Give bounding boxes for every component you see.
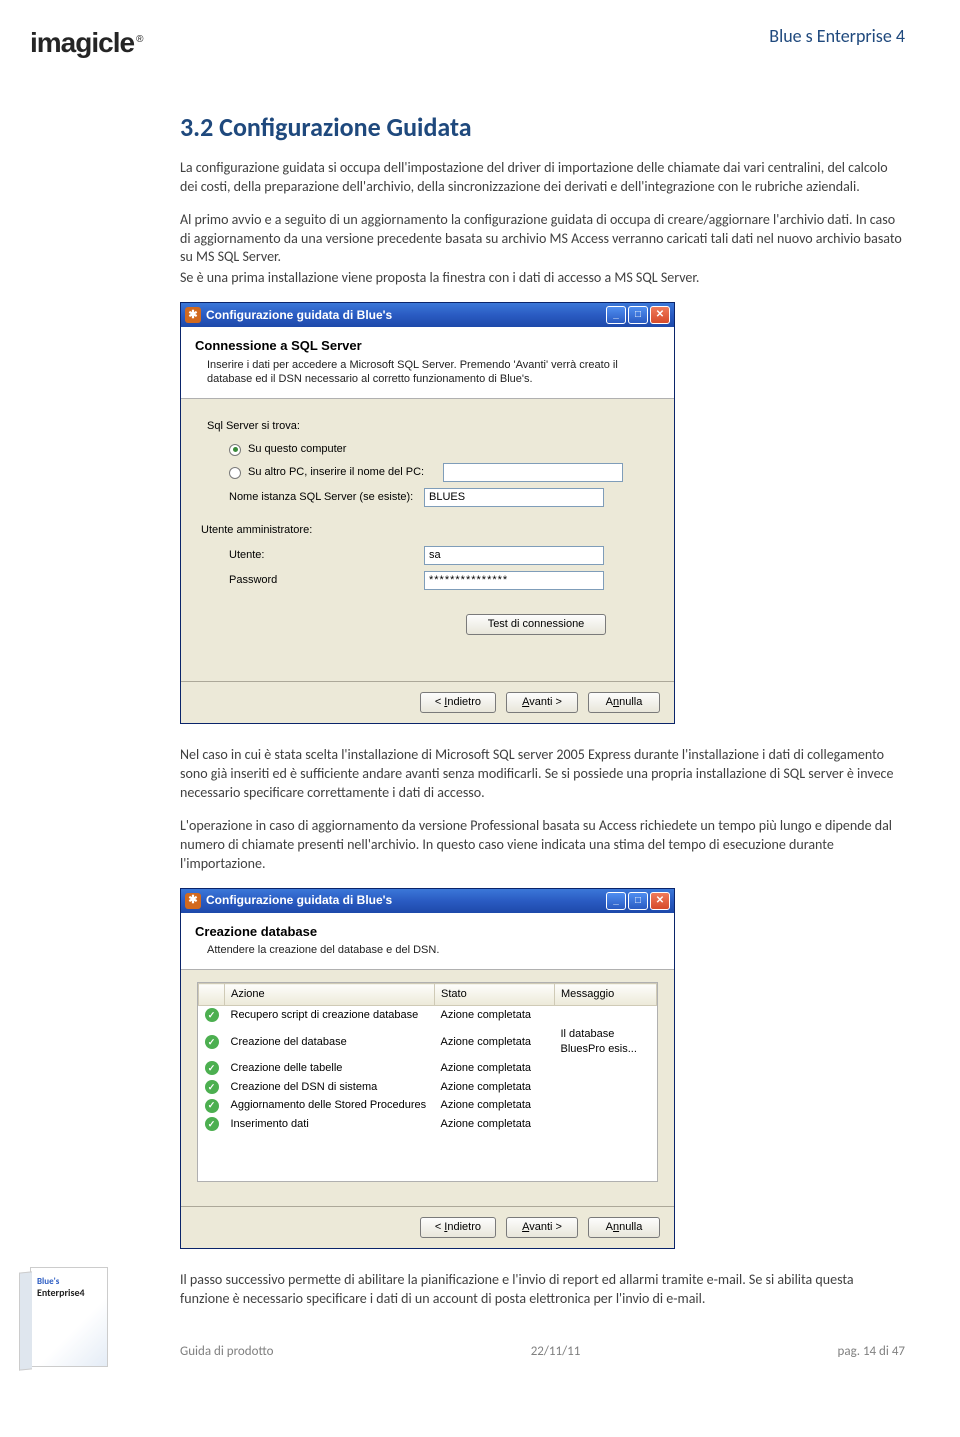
cell-msg <box>555 1096 657 1115</box>
cell-msg: Il database BluesPro esis... <box>555 1025 657 1059</box>
banner-title: Creazione database <box>195 923 660 941</box>
col-icon <box>199 984 225 1006</box>
wizard-window-sql: ✱ Configurazione guidata di Blue's _ □ ✕… <box>180 302 675 724</box>
box-line2: Enterprise4 <box>37 1286 85 1300</box>
radio-this-computer-label: Su questo computer <box>248 442 346 457</box>
progress-table-wrap: Azione Stato Messaggio ✓ Recupero script… <box>197 982 658 1182</box>
logo-text: imagicle <box>30 27 134 58</box>
section-heading: 3.2 Configurazione Guidata <box>180 110 905 145</box>
col-action: Azione <box>225 984 435 1006</box>
progress-table: Azione Stato Messaggio ✓ Recupero script… <box>198 983 657 1134</box>
cell-state: Azione completata <box>435 1006 555 1025</box>
paragraph-first-install: Se è una prima installazione viene propo… <box>180 269 905 288</box>
check-icon: ✓ <box>205 1099 219 1113</box>
cell-state: Azione completata <box>435 1096 555 1115</box>
header-product-title: Blue s Enterprise 4 <box>769 24 905 48</box>
cell-state: Azione completata <box>435 1025 555 1059</box>
footer-date: 22/11/11 <box>531 1343 581 1361</box>
table-row: ✓ Creazione del database Azione completa… <box>199 1025 657 1059</box>
check-icon: ✓ <box>205 1117 219 1131</box>
footer-page: pag. 14 di 47 <box>838 1343 905 1361</box>
table-row: ✓ Inserimento dati Azione completata <box>199 1115 657 1134</box>
app-icon: ✱ <box>185 307 201 323</box>
cell-state: Azione completata <box>435 1059 555 1078</box>
next-button[interactable]: Avanti > <box>506 1217 578 1238</box>
window-title: Configurazione guidata di Blue's <box>206 307 606 323</box>
table-row: ✓ Aggiornamento delle Stored Procedures … <box>199 1096 657 1115</box>
check-icon: ✓ <box>205 1061 219 1075</box>
banner-title: Connessione a SQL Server <box>195 337 660 355</box>
cell-msg <box>555 1115 657 1134</box>
cell-msg <box>555 1006 657 1025</box>
paragraph-sql-express: Nel caso in cui è stata scelta l'install… <box>180 746 905 803</box>
table-row: ✓ Creazione delle tabelle Azione complet… <box>199 1059 657 1078</box>
minimize-button[interactable]: _ <box>606 306 626 324</box>
banner-desc: Inserire i dati per accedere a Microsoft… <box>195 358 660 387</box>
window-title: Configurazione guidata di Blue's <box>206 892 606 908</box>
app-icon: ✱ <box>185 893 201 909</box>
col-state: Stato <box>435 984 555 1006</box>
cell-action: Inserimento dati <box>225 1115 435 1134</box>
col-message: Messaggio <box>555 984 657 1006</box>
admin-label: Utente amministratore: <box>201 523 656 538</box>
cell-action: Recupero script di creazione database <box>225 1006 435 1025</box>
next-button[interactable]: Avanti > <box>506 692 578 713</box>
check-icon: ✓ <box>205 1035 219 1049</box>
user-label: Utente: <box>229 548 424 563</box>
back-button[interactable]: < Indietro <box>420 692 496 713</box>
sql-location-label: Sql Server si trova: <box>207 419 656 434</box>
instance-label: Nome istanza SQL Server (se esiste): <box>229 490 424 505</box>
cell-state: Azione completata <box>435 1078 555 1097</box>
cancel-button[interactable]: Annulla <box>588 692 660 713</box>
radio-other-pc[interactable] <box>229 467 241 479</box>
paragraph-next-step: Il passo successivo permette di abilitar… <box>180 1271 905 1309</box>
back-button[interactable]: < Indietro <box>420 1217 496 1238</box>
check-icon: ✓ <box>205 1080 219 1094</box>
password-label: Password <box>229 573 424 588</box>
table-row: ✓ Recupero script di creazione database … <box>199 1006 657 1025</box>
wizard-banner: Connessione a SQL Server Inserire i dati… <box>181 327 674 399</box>
password-input[interactable]: *************** <box>424 571 604 590</box>
brand-logo: imagicle® <box>30 24 142 62</box>
footer-left: Guida di prodotto <box>180 1343 273 1361</box>
check-icon: ✓ <box>205 1008 219 1022</box>
cell-action: Aggiornamento delle Stored Procedures <box>225 1096 435 1115</box>
cell-msg <box>555 1059 657 1078</box>
wizard-window-db: ✱ Configurazione guidata di Blue's _ □ ✕… <box>180 888 675 1250</box>
cell-action: Creazione del DSN di sistema <box>225 1078 435 1097</box>
wizard-banner: Creazione database Attendere la creazion… <box>181 913 674 971</box>
paragraph-archive: Al primo avvio e a seguito di un aggiorn… <box>180 211 905 268</box>
instance-input[interactable]: BLUES <box>424 488 604 507</box>
cell-msg <box>555 1078 657 1097</box>
radio-this-computer[interactable] <box>229 444 241 456</box>
registered-mark: ® <box>136 34 142 45</box>
minimize-button[interactable]: _ <box>606 892 626 910</box>
close-button[interactable]: ✕ <box>650 892 670 910</box>
titlebar: ✱ Configurazione guidata di Blue's _ □ ✕ <box>181 889 674 913</box>
table-row: ✓ Creazione del DSN di sistema Azione co… <box>199 1078 657 1097</box>
test-connection-button[interactable]: Test di connessione <box>466 614 606 635</box>
close-button[interactable]: ✕ <box>650 306 670 324</box>
radio-other-pc-label: Su altro PC, inserire il nome del PC: <box>248 465 436 480</box>
cell-action: Creazione del database <box>225 1025 435 1059</box>
maximize-button[interactable]: □ <box>628 306 648 324</box>
cell-state: Azione completata <box>435 1115 555 1134</box>
user-input[interactable]: sa <box>424 546 604 565</box>
cell-action: Creazione delle tabelle <box>225 1059 435 1078</box>
maximize-button[interactable]: □ <box>628 892 648 910</box>
banner-desc: Attendere la creazione del database e de… <box>195 943 660 957</box>
pc-name-input[interactable] <box>443 463 623 482</box>
paragraph-upgrade-time: L'operazione in caso di aggiornamento da… <box>180 817 905 874</box>
product-box-image: Blue's Enterprise4 <box>30 1267 125 1367</box>
titlebar: ✱ Configurazione guidata di Blue's _ □ ✕ <box>181 303 674 327</box>
paragraph-intro: La configurazione guidata si occupa dell… <box>180 159 905 197</box>
cancel-button[interactable]: Annulla <box>588 1217 660 1238</box>
